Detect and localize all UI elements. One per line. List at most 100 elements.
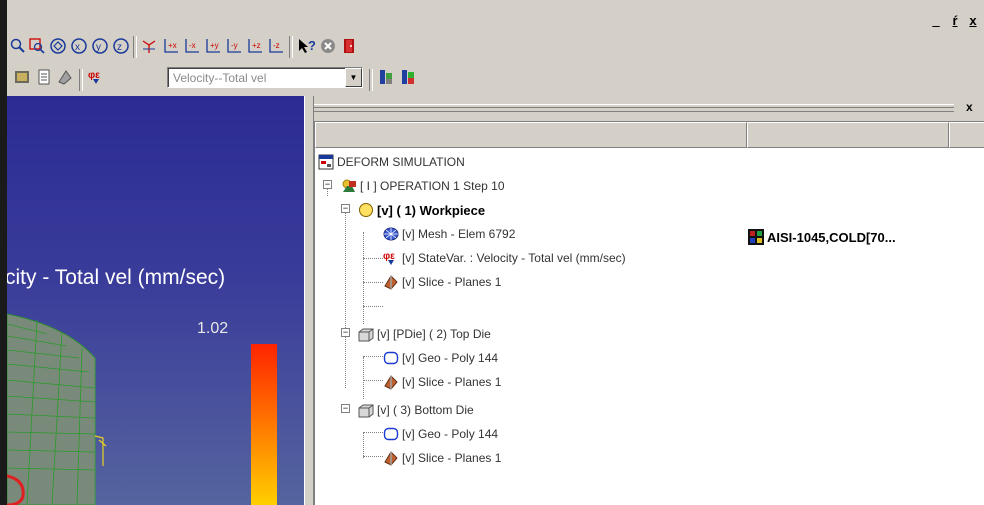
simulation-icon xyxy=(318,154,334,170)
mesh-icon xyxy=(383,226,399,242)
tree-connector xyxy=(363,432,364,458)
view-minus-x-icon[interactable]: -x xyxy=(183,37,201,55)
tree-connector xyxy=(363,456,383,457)
slice-icon xyxy=(383,450,399,466)
exit-door-icon[interactable] xyxy=(340,37,358,55)
panel-splitter[interactable] xyxy=(304,96,314,505)
tree-node-topdie-slice[interactable]: [v] Slice - Planes 1 xyxy=(383,370,501,394)
svg-text:+y: +y xyxy=(210,41,219,50)
collapse-toggle[interactable]: − xyxy=(341,328,350,337)
tree-label: [ I ] OPERATION 1 Step 10 xyxy=(360,179,505,193)
svg-text:-y: -y xyxy=(231,41,238,50)
tree-label: [v] Mesh - Elem 6792 xyxy=(402,227,516,241)
grayscale-icon[interactable] xyxy=(56,68,74,86)
svg-text:x: x xyxy=(75,42,80,53)
view-minus-z-icon[interactable]: -z xyxy=(267,37,285,55)
slice-icon xyxy=(383,274,399,290)
toolbar-separator xyxy=(289,36,293,58)
tree-node-topdie-geo[interactable]: [v] Geo - Poly 144 xyxy=(383,346,498,370)
view-plus-y-icon[interactable]: +y xyxy=(204,37,222,55)
view-isometric-icon[interactable] xyxy=(140,37,158,55)
tree-label: [v] Geo - Poly 144 xyxy=(402,427,499,441)
die-icon xyxy=(358,326,374,342)
restore-button[interactable]: ŕ xyxy=(948,14,962,30)
tree-connector xyxy=(363,357,364,399)
view-plus-x-icon[interactable]: +x xyxy=(162,37,180,55)
menu-bar: _ ŕ x xyxy=(7,0,984,32)
tree-node-bottomdie[interactable]: [v] ( 3) Bottom Die xyxy=(358,398,474,422)
legend-color-icon[interactable] xyxy=(399,68,417,86)
result-variable-title: city - Total vel (mm/sec) xyxy=(7,266,226,289)
report-icon[interactable] xyxy=(35,68,53,86)
toolbar-separator xyxy=(369,69,373,91)
tree-node-wp-statevar[interactable]: φε [v] StateVar. : Velocity - Total vel … xyxy=(383,246,626,270)
tree-label: [v] [PDie] ( 2) Top Die xyxy=(377,327,491,341)
zoom-box-icon[interactable] xyxy=(28,37,46,55)
rotate-y-icon[interactable]: y xyxy=(91,37,109,55)
legend-max-value: 1.02 xyxy=(197,320,229,337)
tree-node-bottomdie-slice[interactable]: [v] Slice - Planes 1 xyxy=(383,446,501,470)
close-button[interactable]: x xyxy=(966,14,980,30)
tree-connector xyxy=(363,432,383,433)
tree-node-root[interactable]: DEFORM SIMULATION xyxy=(318,150,465,174)
slice-icon xyxy=(383,374,399,390)
svg-text:+x: +x xyxy=(168,41,177,50)
window-left-edge xyxy=(0,0,7,505)
column-header-extra[interactable] xyxy=(949,122,984,148)
tree-label: [v] Slice - Planes 1 xyxy=(402,375,502,389)
chevron-down-icon[interactable]: ▼ xyxy=(345,68,362,87)
tree-node-operation[interactable]: [ I ] OPERATION 1 Step 10 xyxy=(341,174,505,198)
column-header-material[interactable] xyxy=(747,122,949,148)
panel-close-icon[interactable]: x xyxy=(966,100,973,114)
tree-connector xyxy=(363,380,383,381)
tree-node-topdie[interactable]: [v] [PDie] ( 2) Top Die xyxy=(358,322,491,346)
column-header-name[interactable] xyxy=(315,122,747,148)
minimize-button[interactable]: _ xyxy=(929,14,943,30)
state-variable-select[interactable]: Velocity--Total vel ▼ xyxy=(167,67,363,88)
tree-node-workpiece[interactable]: [v] ( 1) Workpiece xyxy=(358,198,485,222)
tree-connector xyxy=(363,306,383,307)
tree-node-wp-slice[interactable]: [v] Slice - Planes 1 xyxy=(383,270,501,294)
collapse-toggle[interactable]: − xyxy=(341,404,350,413)
material-label: AISI-1045,COLD[70... xyxy=(767,229,896,245)
view-plus-z-icon[interactable]: +z xyxy=(246,37,264,55)
simulation-tree[interactable]: DEFORM SIMULATION − [ I ] OPERATION 1 St… xyxy=(314,121,984,505)
stop-icon[interactable] xyxy=(319,37,337,55)
tree-label: [v] Slice - Planes 1 xyxy=(402,451,502,465)
panel-grip[interactable] xyxy=(314,104,954,112)
svg-text:z: z xyxy=(117,42,122,53)
state-variable-icon[interactable]: φε xyxy=(87,68,105,86)
toolbar-display: φε Velocity--Total vel ▼ xyxy=(7,62,984,96)
display-settings-icon[interactable] xyxy=(13,68,31,86)
collapse-toggle[interactable]: − xyxy=(341,204,350,213)
svg-text:y: y xyxy=(96,42,101,53)
rotate-free-icon[interactable] xyxy=(49,37,67,55)
tree-connector xyxy=(363,258,383,259)
tree-connector xyxy=(363,232,364,324)
view-minus-y-icon[interactable]: -y xyxy=(225,37,243,55)
svg-text:-z: -z xyxy=(273,41,280,50)
geometry-icon xyxy=(383,350,399,366)
tree-label: [v] StateVar. : Velocity - Total vel (mm… xyxy=(402,251,626,265)
rotate-z-icon[interactable]: z xyxy=(112,37,130,55)
graphics-viewport[interactable]: city - Total vel (mm/sec) 1.02 xyxy=(7,96,304,505)
legend-settings-icon[interactable] xyxy=(377,68,395,86)
svg-text:-x: -x xyxy=(189,41,196,50)
zoom-icon[interactable] xyxy=(9,37,27,55)
state-variable-select-value: Velocity--Total vel xyxy=(173,71,267,85)
context-help-icon[interactable]: ? xyxy=(297,37,315,55)
tree-node-wp-mesh[interactable]: [v] Mesh - Elem 6792 xyxy=(383,222,515,246)
collapse-toggle[interactable]: − xyxy=(323,180,332,189)
toolbar-view: x y z +x -x +y -y +z -z ? xyxy=(7,32,984,62)
tree-label: [v] Slice - Planes 1 xyxy=(402,275,502,289)
tree-label: DEFORM SIMULATION xyxy=(337,155,465,169)
workpiece-material[interactable]: AISI-1045,COLD[70... xyxy=(748,225,896,249)
die-icon xyxy=(358,402,374,418)
color-legend-bar xyxy=(251,344,277,505)
tree-connector xyxy=(363,356,383,357)
tree-node-bottomdie-geo[interactable]: [v] Geo - Poly 144 xyxy=(383,422,498,446)
rotate-x-icon[interactable]: x xyxy=(70,37,88,55)
geometry-icon xyxy=(383,426,399,442)
tree-label: [v] ( 3) Bottom Die xyxy=(377,403,474,417)
svg-text:+z: +z xyxy=(252,41,261,50)
